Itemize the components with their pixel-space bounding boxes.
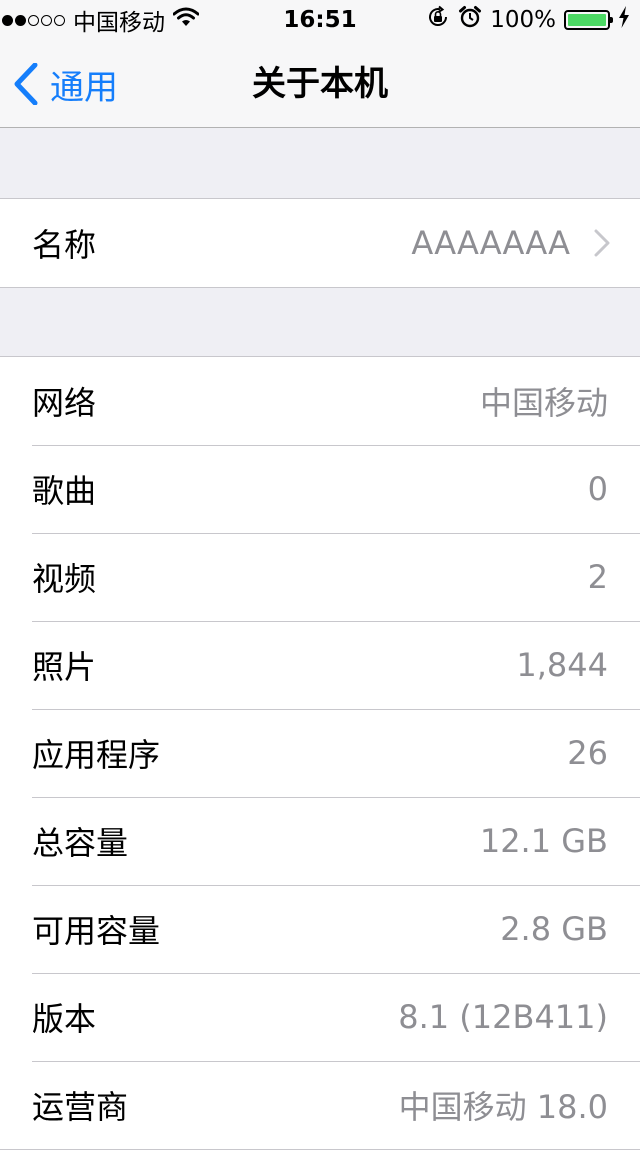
row-label: 名称 [32,226,97,264]
carrier-name: 中国移动 [73,10,165,36]
row-value: 2.8 GB [500,910,608,948]
signal-dot [2,14,13,26]
name-row[interactable]: 名称 AAAAAAA [0,199,640,287]
navigation-bar: 通用 关于本机 [0,40,640,128]
status-right: 100% [426,0,630,40]
info-row-photos: 照片 1,844 [0,621,640,709]
info-row-network: 网络 中国移动 [0,357,640,445]
signal-strength-indicator [2,14,65,26]
row-label: 应用程序 [32,736,161,774]
chevron-left-icon [14,63,38,105]
info-row-applications: 应用程序 26 [0,709,640,797]
battery-icon [564,10,613,30]
status-left: 中国移动 [0,0,200,40]
row-label: 运营商 [32,1088,129,1126]
info-row-songs: 歌曲 0 [0,445,640,533]
row-value: 0 [587,470,608,508]
row-label: 可用容量 [32,912,161,950]
info-row-videos: 视频 2 [0,533,640,621]
back-button[interactable]: 通用 [14,40,118,128]
signal-dot [54,14,65,26]
row-value: 12.1 GB [479,822,608,860]
row-label: 歌曲 [32,472,97,510]
status-bar: 中国移动 16:51 100% [0,0,640,40]
battery-percent: 100% [490,7,556,33]
charging-bolt-icon [618,6,630,34]
battery-fill [568,14,606,26]
signal-dot [15,14,26,26]
rotation-lock-icon [426,5,450,35]
info-row-capacity: 总容量 12.1 GB [0,797,640,885]
row-label: 总容量 [32,824,129,862]
back-button-label: 通用 [50,67,118,108]
row-value: 8.1 (12B411) [398,998,608,1036]
name-group: 名称 AAAAAAA [0,198,640,288]
row-value: 2 [587,558,608,596]
row-label: 照片 [32,648,97,686]
info-row-available: 可用容量 2.8 GB [0,885,640,973]
signal-dot [28,14,39,26]
chevron-right-icon [594,229,610,257]
row-label: 版本 [32,1000,97,1038]
signal-dot [41,14,52,26]
row-label: 视频 [32,560,97,598]
row-value: 26 [567,734,608,772]
row-value: 中国移动 [479,384,608,422]
row-label: 网络 [32,384,97,422]
info-group: 网络 中国移动 歌曲 0 视频 2 照片 1,844 应用程序 26 总容量 1… [0,356,640,1150]
row-value: 中国移动 18.0 [398,1088,608,1126]
info-row-version: 版本 8.1 (12B411) [0,973,640,1061]
alarm-icon [458,5,482,35]
row-value: AAAAAAA [411,224,570,262]
wifi-icon [172,7,200,33]
battery-tip [610,17,613,23]
row-value: 1,844 [516,646,608,684]
